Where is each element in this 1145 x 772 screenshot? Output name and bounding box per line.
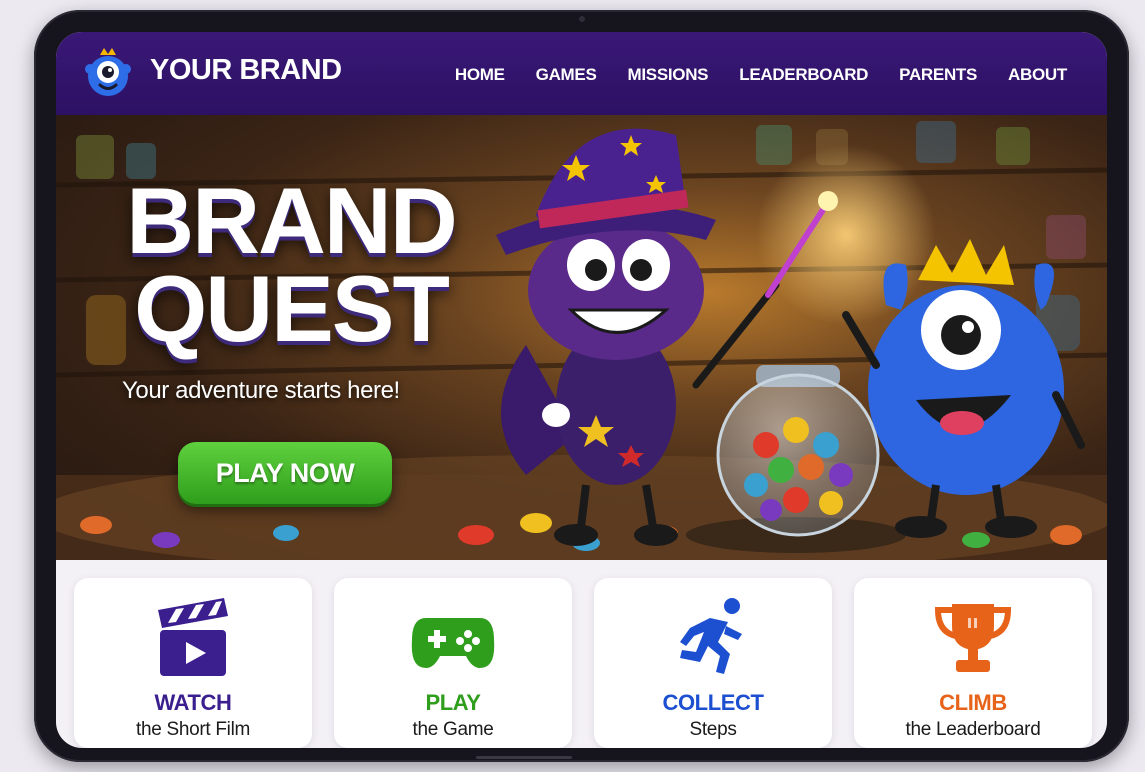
card-play-subtitle: the Game bbox=[412, 719, 494, 740]
nav-missions[interactable]: MISSIONS bbox=[628, 65, 709, 85]
running-person-icon bbox=[680, 598, 742, 674]
clapperboard-icon bbox=[158, 598, 228, 676]
nav-links: HOME GAMES MISSIONS LEADERBOARD PARENTS … bbox=[424, 65, 1067, 85]
hero-subtitle: Your adventure starts here! bbox=[122, 377, 400, 404]
card-climb-subtitle: the Leaderboard bbox=[905, 719, 1041, 740]
nav-about[interactable]: ABOUT bbox=[1008, 65, 1067, 85]
card-collect-title: COLLECT bbox=[662, 690, 764, 715]
card-collect-subtitle: Steps bbox=[689, 719, 737, 740]
nav-games[interactable]: GAMES bbox=[536, 65, 597, 85]
camera-dot bbox=[579, 16, 585, 22]
nav-home[interactable]: HOME bbox=[455, 65, 505, 85]
card-watch-title: WATCH bbox=[154, 690, 232, 715]
nav-parents[interactable]: PARENTS bbox=[899, 65, 977, 85]
top-nav: YOUR BRAND HOME GAMES MISSIONS LEADERBOA… bbox=[56, 32, 1107, 115]
nav-leaderboard[interactable]: LEADERBOARD bbox=[739, 65, 868, 85]
card-watch[interactable]: WATCH the Short Film bbox=[74, 578, 312, 748]
hero-title: BRAND QUEST bbox=[126, 168, 457, 361]
brand-name[interactable]: YOUR BRAND bbox=[150, 54, 342, 87]
tablet-frame: YOUR BRAND HOME GAMES MISSIONS LEADERBOA… bbox=[34, 10, 1129, 762]
home-indicator bbox=[476, 756, 572, 759]
cyclops-monster-logo-icon[interactable] bbox=[80, 45, 136, 101]
screen: YOUR BRAND HOME GAMES MISSIONS LEADERBOA… bbox=[56, 32, 1107, 748]
card-climb[interactable]: CLIMB the Leaderboard bbox=[854, 578, 1092, 748]
feature-cards: WATCH the Short Film PLAY the Game COLLE… bbox=[74, 578, 1094, 748]
card-play-title: PLAY bbox=[425, 690, 481, 715]
gamepad-icon bbox=[411, 618, 495, 668]
play-now-button[interactable]: PLAY NOW bbox=[178, 442, 392, 504]
hero-banner: BRAND QUEST Your adventure starts here! … bbox=[56, 115, 1107, 560]
card-play[interactable]: PLAY the Game bbox=[334, 578, 572, 748]
card-collect[interactable]: COLLECT Steps bbox=[594, 578, 832, 748]
card-watch-subtitle: the Short Film bbox=[135, 719, 251, 740]
card-climb-title: CLIMB bbox=[939, 690, 1007, 715]
trophy-icon bbox=[934, 604, 1012, 672]
